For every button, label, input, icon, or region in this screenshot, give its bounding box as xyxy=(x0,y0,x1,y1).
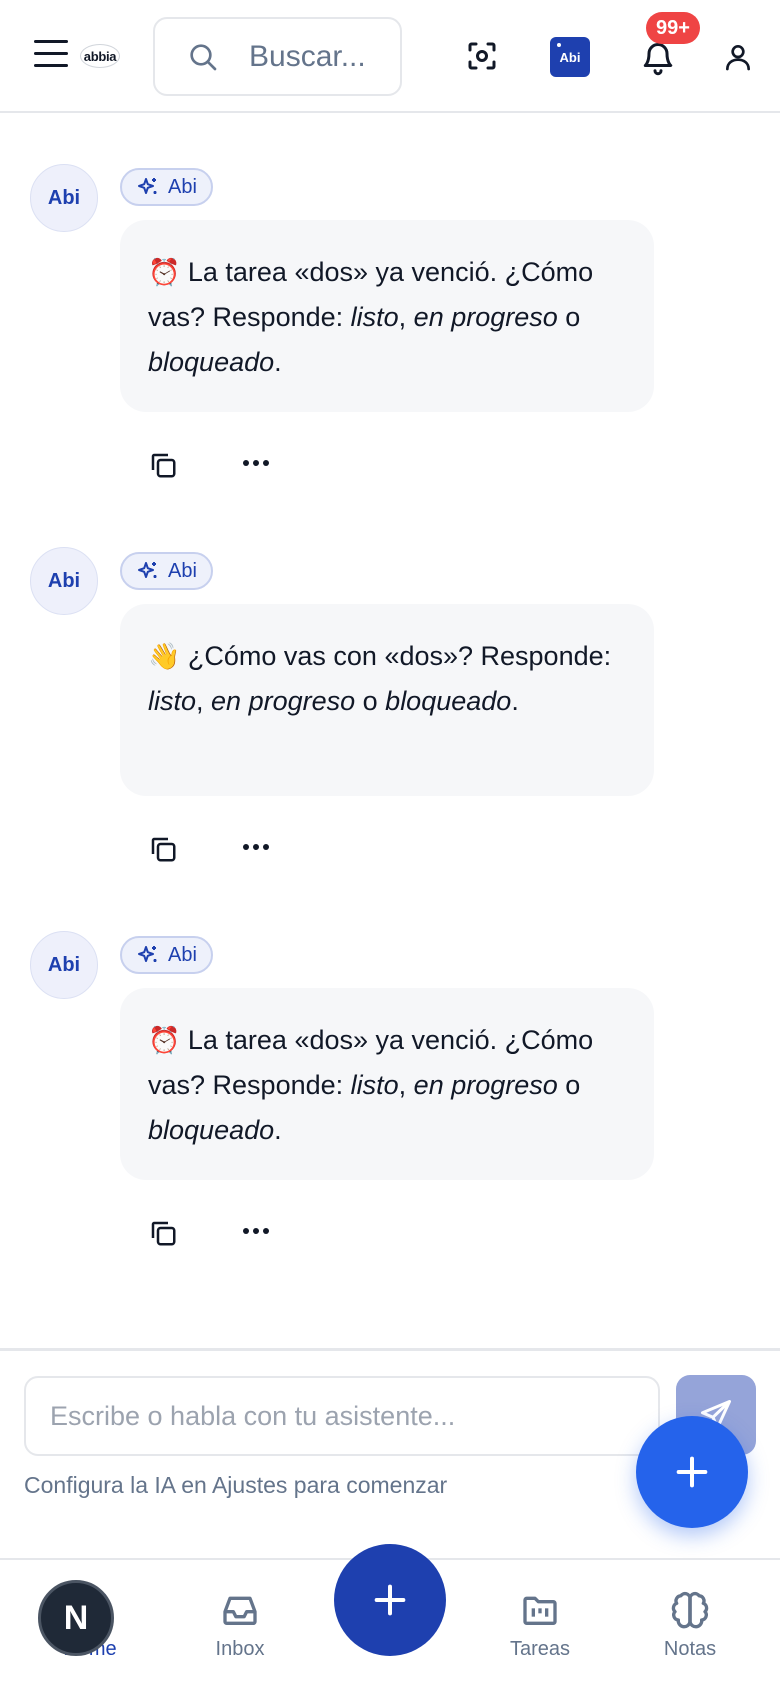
option-listo: listo xyxy=(350,302,399,332)
separator: . xyxy=(511,686,519,716)
chat-input-placeholder: Escribe o habla con tu asistente... xyxy=(50,1400,456,1431)
option-bloqueado: bloqueado xyxy=(148,347,275,377)
chat-input[interactable]: Escribe o habla con tu asistente... xyxy=(24,1376,660,1456)
option-listo: listo xyxy=(350,1070,399,1100)
sender-tag: Abi xyxy=(120,936,213,974)
quick-add-button[interactable] xyxy=(636,1416,748,1528)
plus-icon xyxy=(374,1584,406,1616)
sender-tag: Abi xyxy=(120,168,213,206)
sender-tag-label: Abi xyxy=(168,559,197,582)
waving-hand-icon: 👋 xyxy=(148,641,181,671)
alarm-clock-icon: ⏰ xyxy=(148,257,181,287)
create-button[interactable] xyxy=(334,1544,446,1656)
top-header: abbia Buscar... Abi 99+ xyxy=(0,0,780,113)
scan-icon[interactable] xyxy=(464,38,500,74)
search-box[interactable]: Buscar... xyxy=(153,17,402,96)
sparkles-icon xyxy=(138,946,157,962)
nav-tareas[interactable]: Tareas xyxy=(480,1590,600,1661)
nav-inbox-label: Inbox xyxy=(215,1638,265,1660)
copy-icon[interactable] xyxy=(148,834,178,864)
dev-tools-badge[interactable]: N xyxy=(38,1580,114,1656)
separator: , xyxy=(196,686,212,716)
message-text: ¿Cómo vas con «dos»? Responde: xyxy=(180,641,612,671)
separator: . xyxy=(274,1115,282,1145)
assistant-chip-button[interactable]: Abi xyxy=(550,37,590,77)
sparkles-icon xyxy=(138,562,157,578)
message-bubble: 👋 ¿Cómo vas con «dos»? Responde: listo, … xyxy=(120,604,654,796)
separator: . xyxy=(274,347,282,377)
folder-kanban-icon xyxy=(523,1596,557,1625)
avatar: Abi xyxy=(30,931,98,999)
sender-tag-label: Abi xyxy=(168,943,197,966)
composer-divider xyxy=(0,1348,780,1351)
nav-notas-label: Notas xyxy=(663,1638,717,1660)
option-en-progreso: en progreso xyxy=(413,1070,558,1100)
nav-notas[interactable]: Notas xyxy=(630,1590,750,1661)
message-bubble: ⏰ La tarea «dos» ya venció. ¿Cómo vas? R… xyxy=(120,220,654,412)
option-listo: listo xyxy=(148,686,197,716)
sender-tag-label: Abi xyxy=(168,175,197,198)
more-options-icon[interactable] xyxy=(242,842,270,852)
menu-icon[interactable] xyxy=(34,40,68,70)
option-en-progreso: en progreso xyxy=(413,302,558,332)
search-placeholder: Buscar... xyxy=(249,39,366,73)
separator: , xyxy=(398,1070,414,1100)
option-bloqueado: bloqueado xyxy=(385,686,512,716)
message-bubble: ⏰ La tarea «dos» ya venció. ¿Cómo vas? R… xyxy=(120,988,654,1180)
separator: o xyxy=(557,1070,581,1100)
more-options-icon[interactable] xyxy=(242,458,270,468)
nav-tareas-label: Tareas xyxy=(509,1638,571,1660)
sparkles-icon xyxy=(138,178,157,194)
separator: o xyxy=(355,686,386,716)
bell-icon[interactable] xyxy=(640,38,676,78)
copy-icon[interactable] xyxy=(148,450,178,480)
search-icon xyxy=(190,43,217,70)
more-options-icon[interactable] xyxy=(242,1226,270,1236)
alarm-clock-icon: ⏰ xyxy=(148,1025,181,1055)
copy-icon[interactable] xyxy=(148,1218,178,1248)
avatar: Abi xyxy=(30,164,98,232)
option-en-progreso: en progreso xyxy=(211,686,356,716)
plus-icon xyxy=(676,1456,708,1488)
separator: , xyxy=(398,302,414,332)
nav-inbox[interactable]: Inbox xyxy=(180,1590,300,1661)
brain-icon xyxy=(671,1591,709,1629)
option-bloqueado: bloqueado xyxy=(148,1115,275,1145)
app-logo[interactable]: abbia xyxy=(80,44,120,68)
sender-tag: Abi xyxy=(120,552,213,590)
config-hint: Configura la IA en Ajustes para comenzar xyxy=(24,1472,448,1498)
inbox-icon xyxy=(223,1596,257,1625)
avatar: Abi xyxy=(30,547,98,615)
separator: o xyxy=(557,302,581,332)
notification-badge: 99+ xyxy=(646,12,700,44)
user-icon[interactable] xyxy=(722,40,754,74)
